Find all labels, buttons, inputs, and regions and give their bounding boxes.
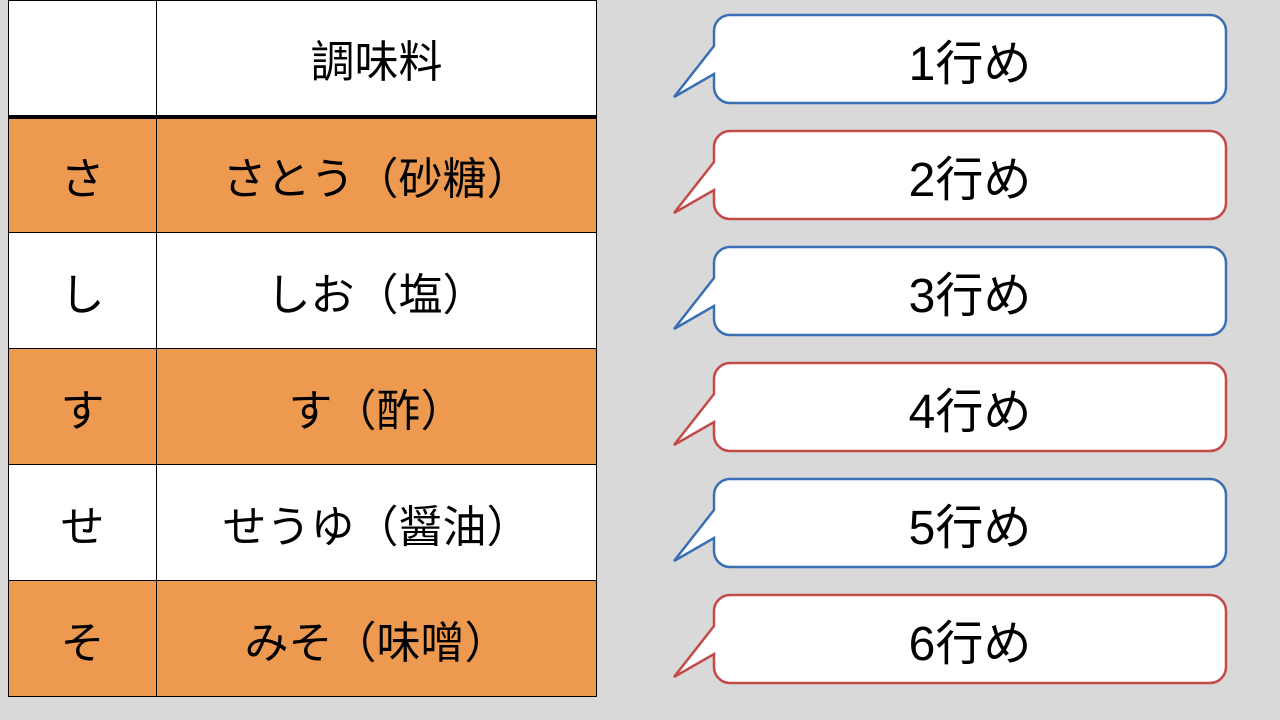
name-cell: せうゆ（醤油） bbox=[157, 465, 597, 581]
kana-cell: し bbox=[9, 233, 157, 349]
callout-label: 3行め bbox=[710, 244, 1230, 338]
callout-label: 2行め bbox=[710, 128, 1230, 222]
callout-row-3: 3行め bbox=[670, 244, 1230, 338]
table-row: す す（酢） bbox=[9, 349, 597, 465]
table-row: そ みそ（味噌） bbox=[9, 581, 597, 697]
header-kana-cell bbox=[9, 1, 157, 117]
name-cell: す（酢） bbox=[157, 349, 597, 465]
callout-label: 5行め bbox=[710, 476, 1230, 570]
table-row: せ せうゆ（醤油） bbox=[9, 465, 597, 581]
seasonings-table: 調味料 さ さとう（砂糖） し しお（塩） す す（酢） せ せうゆ（醤油） そ… bbox=[8, 0, 597, 697]
row-callouts: 1行め 2行め 3行め 4行め 5行め bbox=[670, 12, 1230, 686]
header-name-cell: 調味料 bbox=[157, 1, 597, 117]
callout-row-5: 5行め bbox=[670, 476, 1230, 570]
callout-row-2: 2行め bbox=[670, 128, 1230, 222]
kana-cell: そ bbox=[9, 581, 157, 697]
name-cell: みそ（味噌） bbox=[157, 581, 597, 697]
callout-label: 6行め bbox=[710, 592, 1230, 686]
name-cell: さとう（砂糖） bbox=[157, 117, 597, 233]
kana-cell: せ bbox=[9, 465, 157, 581]
kana-cell: さ bbox=[9, 117, 157, 233]
kana-cell: す bbox=[9, 349, 157, 465]
callout-row-6: 6行め bbox=[670, 592, 1230, 686]
callout-label: 1行め bbox=[710, 12, 1230, 106]
table-header-row: 調味料 bbox=[9, 1, 597, 117]
table-row: し しお（塩） bbox=[9, 233, 597, 349]
callout-label: 4行め bbox=[710, 360, 1230, 454]
name-cell: しお（塩） bbox=[157, 233, 597, 349]
callout-row-1: 1行め bbox=[670, 12, 1230, 106]
callout-row-4: 4行め bbox=[670, 360, 1230, 454]
table-row: さ さとう（砂糖） bbox=[9, 117, 597, 233]
